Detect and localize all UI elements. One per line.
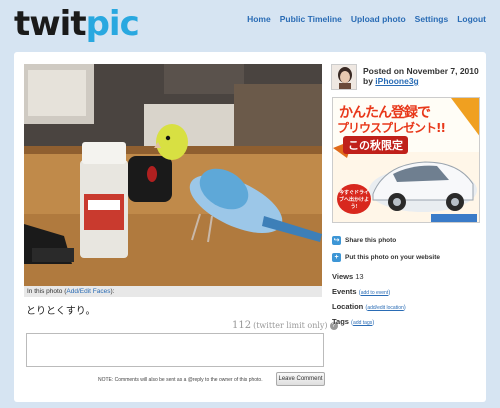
- share-photo-label: Share this photo: [345, 237, 397, 244]
- location-label: Location: [332, 302, 364, 311]
- views-label: Views: [332, 272, 354, 281]
- leave-comment-button[interactable]: Leave Comment: [276, 372, 325, 386]
- events-row: Events (add to event): [332, 287, 391, 296]
- ad-cta-badge: 今すぐドライブへ出かけよう!: [337, 184, 371, 214]
- poster-username-link[interactable]: iPhoone3g: [375, 76, 418, 86]
- views-row: Views 13: [332, 272, 364, 281]
- nav-settings[interactable]: Settings: [415, 14, 449, 24]
- location-row: Location (add/edit location): [332, 302, 406, 311]
- tags-row: Tags (add tags): [332, 317, 375, 326]
- twitter-limit-label: (twitter limit only): [253, 321, 328, 330]
- views-count: 13: [355, 272, 364, 281]
- posted-date: Posted on November 7, 2010: [363, 66, 479, 76]
- char-counter: 112 (twitter limit only) ?: [232, 320, 338, 331]
- nav-logout[interactable]: Logout: [457, 14, 486, 24]
- plus-icon: +: [332, 253, 341, 262]
- faces-caption: In this photo (Add/Edit Faces):: [24, 286, 322, 297]
- advertisement-banner[interactable]: かんたん登録で プリウスプレゼント!! この秋限定 今すぐドライブへ出かけよう!: [332, 97, 480, 223]
- nav-upload-photo[interactable]: Upload photo: [351, 14, 406, 24]
- add-edit-faces-link[interactable]: Add/Edit Faces: [66, 288, 110, 295]
- chars-remaining: 112: [232, 320, 252, 331]
- comment-input[interactable]: [26, 333, 324, 367]
- nav-home[interactable]: Home: [247, 14, 271, 24]
- posted-by-line: by iPhoone3g: [363, 76, 479, 86]
- nav-public-timeline[interactable]: Public Timeline: [280, 14, 342, 24]
- logo-pic: pic: [85, 4, 140, 44]
- add-tags-link[interactable]: add tags: [353, 320, 372, 326]
- caption-suffix: ):: [110, 288, 115, 295]
- comment-note: NOTE: Comments will also be sent as a @r…: [98, 377, 263, 383]
- main-photo[interactable]: [24, 64, 322, 286]
- share-icon: ↪: [332, 236, 341, 245]
- top-nav: Home Public Timeline Upload photo Settin…: [247, 14, 486, 24]
- header: twitpic Home Public Timeline Upload phot…: [0, 0, 500, 50]
- ad-limited-badge: この秋限定: [343, 136, 408, 154]
- parakeet-photo-illustration: [24, 64, 322, 286]
- embed-photo-action[interactable]: + Put this photo on your website: [332, 253, 440, 262]
- embed-photo-label: Put this photo on your website: [345, 254, 440, 261]
- ad-headline-2: プリウスプレゼント!!: [337, 121, 446, 135]
- tags-label: Tags: [332, 317, 349, 326]
- add-to-event-link[interactable]: add to event: [361, 290, 389, 296]
- twitpic-logo[interactable]: twitpic: [14, 4, 140, 44]
- photo-message: とりとくすり。: [26, 306, 96, 317]
- post-info: Posted on November 7, 2010 by iPhoone3g: [363, 66, 479, 86]
- avatar-image: [332, 65, 356, 89]
- by-label: by: [363, 76, 373, 86]
- logo-twit: twit: [14, 4, 87, 44]
- events-label: Events: [332, 287, 357, 296]
- caption-prefix: In this photo (: [27, 288, 67, 295]
- share-photo-action[interactable]: ↪ Share this photo: [332, 236, 396, 245]
- add-edit-location-link[interactable]: add/edit location: [367, 305, 403, 311]
- avatar[interactable]: [331, 64, 357, 90]
